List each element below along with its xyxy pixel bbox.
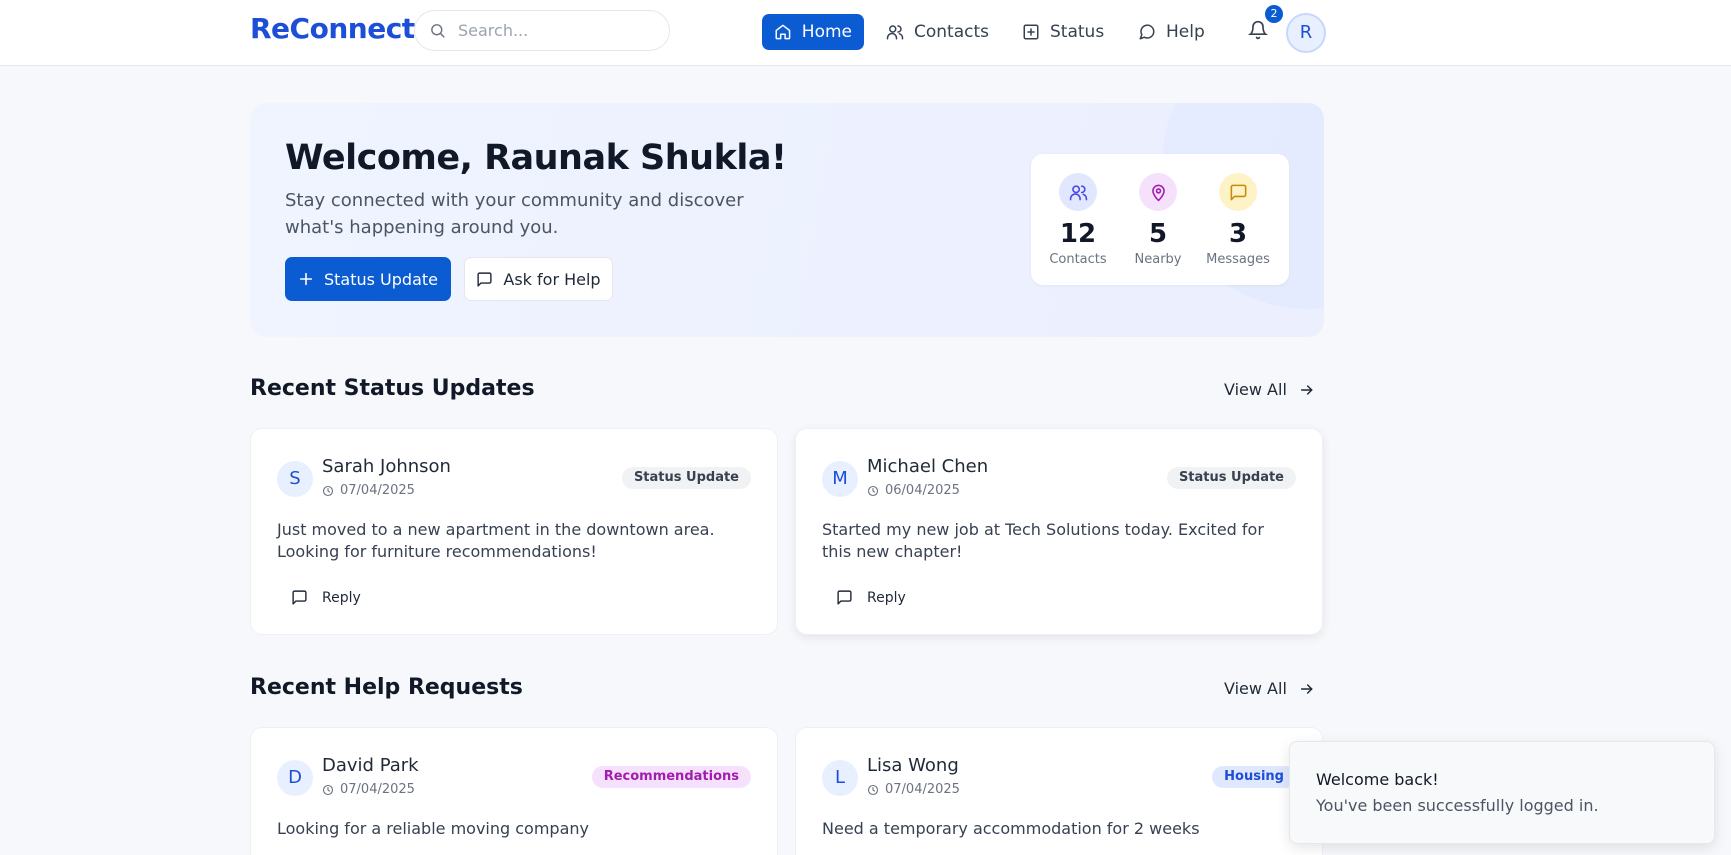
- avatar: L: [822, 760, 858, 796]
- nav-help[interactable]: Help: [1126, 14, 1217, 50]
- post-body: Need a temporary accommodation for 2 wee…: [822, 819, 1200, 838]
- post-body: Looking for a reliable moving company: [277, 819, 589, 838]
- stat-messages[interactable]: 3 Messages: [1198, 173, 1278, 267]
- stat-contacts-icon-wrap: [1059, 173, 1097, 211]
- message-square-icon: [837, 590, 852, 605]
- map-pin-icon: [1151, 184, 1165, 201]
- message-square-icon: [292, 590, 307, 605]
- author-name[interactable]: Michael Chen: [867, 456, 988, 477]
- users-icon: [886, 25, 904, 40]
- status-card[interactable]: S Sarah Johnson 07/04/2025 Status Update…: [250, 428, 778, 635]
- post-body: Just moved to a new apartment in the dow…: [277, 520, 715, 561]
- toast-message: You've been successfully logged in.: [1316, 796, 1599, 815]
- post-date-text: 07/04/2025: [340, 483, 415, 498]
- stats-card: 12 Contacts 5 Nearby 3 Messages: [1031, 154, 1289, 285]
- top-navigation-bar: ReConnect Home Contacts Status Help 2 R: [0, 0, 1731, 66]
- arrow-right-icon: [1300, 683, 1313, 694]
- stat-messages-icon-wrap: [1219, 173, 1257, 211]
- status-badge: Status Update: [1166, 467, 1296, 489]
- ask-for-help-button-label: Ask for Help: [503, 269, 601, 289]
- clock-icon: [322, 485, 334, 496]
- stat-contacts-label: Contacts: [1049, 252, 1107, 267]
- author-name[interactable]: David Park: [322, 755, 419, 776]
- help-request-card[interactable]: L Lisa Wong 07/04/2025 Housing Need a te…: [795, 727, 1323, 855]
- arrow-right-icon: [1300, 384, 1313, 395]
- notification-count-badge: 2: [1265, 5, 1283, 23]
- avatar: M: [822, 461, 858, 497]
- post-date-text: 06/04/2025: [885, 483, 960, 498]
- help-request-card[interactable]: D David Park 07/04/2025 Recommendations …: [250, 727, 778, 855]
- search-box[interactable]: [414, 10, 670, 51]
- avatar: S: [277, 461, 313, 497]
- status-section-title: Recent Status Updates: [250, 376, 535, 401]
- status-view-all-link[interactable]: View All: [1224, 380, 1315, 399]
- toast-title: Welcome back!: [1316, 770, 1439, 789]
- post-date-text: 07/04/2025: [885, 782, 960, 797]
- page-title: Welcome, Raunak Shukla!: [285, 138, 787, 178]
- users-icon: [1069, 184, 1087, 200]
- ask-for-help-button[interactable]: Ask for Help: [464, 257, 613, 301]
- help-view-all-label: View All: [1224, 679, 1287, 698]
- category-badge: Recommendations: [591, 766, 751, 788]
- status-badge: Status Update: [621, 467, 751, 489]
- help-section-title: Recent Help Requests: [250, 675, 523, 700]
- author-name[interactable]: Sarah Johnson: [322, 456, 451, 477]
- reply-button[interactable]: Reply: [836, 589, 906, 606]
- author-name[interactable]: Lisa Wong: [867, 755, 959, 776]
- post-date-text: 07/04/2025: [340, 782, 415, 797]
- search-input[interactable]: [458, 21, 658, 40]
- stat-contacts[interactable]: 12 Contacts: [1038, 173, 1118, 267]
- clock-icon: [322, 784, 334, 795]
- search-icon: [431, 24, 445, 38]
- nav-home-label: Home: [801, 22, 852, 42]
- login-toast[interactable]: Welcome back! You've been successfully l…: [1289, 741, 1715, 844]
- status-card[interactable]: M Michael Chen 06/04/2025 Status Update …: [795, 428, 1323, 635]
- stat-nearby-value: 5: [1148, 219, 1168, 249]
- status-update-button[interactable]: Status Update: [285, 257, 451, 301]
- message-square-icon: [1230, 184, 1246, 200]
- home-icon: [775, 24, 791, 40]
- plus-square-icon: [1023, 24, 1039, 40]
- reply-button[interactable]: Reply: [291, 589, 361, 606]
- nav-contacts-label: Contacts: [914, 22, 989, 42]
- help-view-all-link[interactable]: View All: [1224, 679, 1315, 698]
- stat-contacts-value: 12: [1059, 219, 1097, 249]
- status-view-all-label: View All: [1224, 380, 1287, 399]
- stat-messages-label: Messages: [1206, 252, 1270, 267]
- post-date: 06/04/2025: [867, 483, 960, 498]
- user-avatar[interactable]: R: [1286, 13, 1326, 53]
- stat-nearby-icon-wrap: [1139, 173, 1177, 211]
- clock-icon: [867, 485, 879, 496]
- nav-contacts[interactable]: Contacts: [874, 14, 1001, 50]
- stat-nearby-label: Nearby: [1134, 252, 1182, 267]
- category-badge: Housing: [1212, 766, 1296, 788]
- hero-subtitle: Stay connected with your community and d…: [285, 190, 744, 238]
- message-circle-icon: [1139, 24, 1155, 40]
- stat-nearby[interactable]: 5 Nearby: [1118, 173, 1198, 267]
- post-date: 07/04/2025: [322, 483, 415, 498]
- clock-icon: [867, 784, 879, 795]
- reply-button-label: Reply: [322, 589, 361, 606]
- post-date: 07/04/2025: [867, 782, 960, 797]
- message-square-icon: [477, 271, 492, 287]
- plus-icon: [299, 272, 313, 286]
- brand-logo[interactable]: ReConnect: [250, 12, 415, 45]
- nav-help-label: Help: [1166, 22, 1205, 42]
- avatar: D: [277, 760, 313, 796]
- post-date: 07/04/2025: [322, 782, 415, 797]
- bell-icon[interactable]: [1248, 19, 1268, 41]
- reply-button-label: Reply: [867, 589, 906, 606]
- welcome-hero: Welcome, Raunak Shukla! Stay connected w…: [250, 103, 1324, 337]
- nav-home[interactable]: Home: [762, 14, 864, 50]
- post-body: Started my new job at Tech Solutions tod…: [822, 520, 1264, 561]
- nav-status[interactable]: Status: [1010, 14, 1116, 50]
- stat-messages-value: 3: [1228, 219, 1248, 249]
- nav-status-label: Status: [1050, 22, 1105, 42]
- status-update-button-label: Status Update: [323, 269, 438, 289]
